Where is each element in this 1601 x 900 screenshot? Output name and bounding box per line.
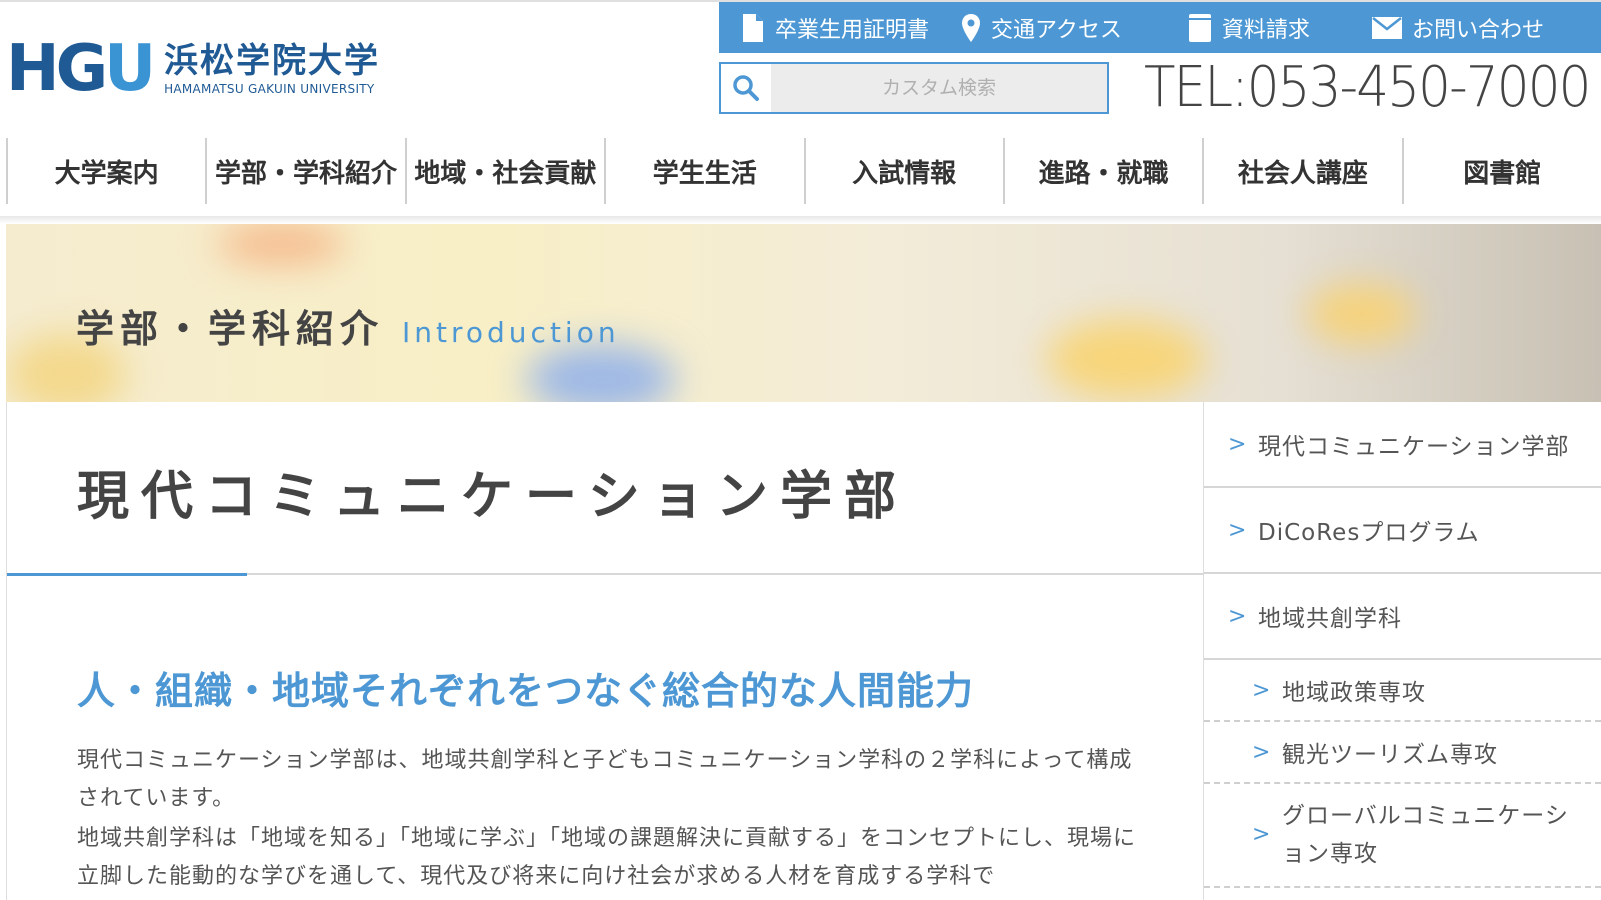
hero-decoration — [216, 224, 346, 264]
utility-link-request[interactable]: 資料請求 — [1188, 2, 1310, 53]
utility-link-label: 交通アクセス — [991, 17, 1122, 43]
section-heading: 人・組織・地域それぞれをつなぐ総合的な人間能力 — [77, 669, 975, 713]
title-divider-accent — [7, 573, 247, 576]
utility-link-label: 資料請求 — [1221, 17, 1310, 43]
sidenav-item-tourism[interactable]: > 観光ツーリズム専攻 — [1204, 722, 1601, 784]
sidenav-item-label: 現代コミュニケーション学部 — [1258, 434, 1570, 460]
logo-japanese: 浜松学院大学 — [164, 41, 381, 81]
department-paragraph: 地域共創学科は「地域を知る」「地域に学ぶ」「地域の課題解決に貢献する」をコンセプ… — [77, 826, 1137, 889]
chevron-right-icon: > — [1228, 431, 1248, 457]
side-nav: > 現代コミュニケーション学部 > DiCoResプログラム > 地域共創学科 … — [1204, 402, 1601, 900]
book-icon — [1188, 13, 1212, 43]
sidenav-item-global-communication[interactable]: > グローバルコミュニケーション専攻 — [1204, 784, 1601, 888]
global-nav: 大学案内 学部・学科紹介 地域・社会貢献 学生生活 入試情報 進路・就職 社会人… — [6, 138, 1601, 204]
sidenav-item-regional-policy[interactable]: > 地域政策専攻 — [1204, 660, 1601, 722]
sidenav-item-label: 地域共創学科 — [1258, 606, 1402, 632]
sidenav-item-label: 地域政策専攻 — [1282, 680, 1426, 706]
logo-mark: HGU — [6, 32, 156, 106]
nav-shadow — [0, 216, 1601, 224]
site-search — [719, 62, 1109, 114]
chevron-right-icon: > — [1252, 677, 1272, 703]
gnav-community[interactable]: 地域・社会貢献 — [404, 138, 604, 204]
hero-title-japanese: 学部・学科紹介 — [76, 307, 385, 351]
gnav-career[interactable]: 進路・就職 — [1002, 138, 1202, 204]
chevron-right-icon: > — [1228, 603, 1248, 629]
chevron-right-icon: > — [1228, 517, 1248, 543]
sidenav-item-dicores[interactable]: > DiCoResプログラム — [1204, 488, 1601, 574]
hero-decoration — [1046, 319, 1206, 399]
sidenav-item-label: 観光ツーリズム専攻 — [1282, 742, 1498, 768]
gnav-library[interactable]: 図書館 — [1401, 138, 1601, 204]
utility-link-access[interactable]: 交通アクセス — [961, 2, 1122, 53]
gnav-extension[interactable]: 社会人講座 — [1202, 138, 1401, 204]
utility-link-label: お問い合わせ — [1411, 17, 1544, 43]
utility-bar: 卒業生用証明書 交通アクセス 資料請求 お問い合わせ — [719, 2, 1601, 53]
utility-link-certificate[interactable]: 卒業生用証明書 — [741, 2, 929, 53]
sidenav-item-regional-cocreation[interactable]: > 地域共創学科 — [1204, 574, 1601, 660]
hero-title-english: Introduction — [402, 316, 620, 349]
sidenav-item-label: DiCoResプログラム — [1258, 520, 1480, 546]
chevron-right-icon: > — [1252, 739, 1272, 765]
map-pin-icon — [961, 13, 981, 43]
gnav-admissions[interactable]: 入試情報 — [803, 138, 1003, 204]
logo-text: 浜松学院大学 HAMAMATSU GAKUIN UNIVERSITY — [164, 42, 380, 96]
main-content: 現代コミュニケーション学部 人・組織・地域それぞれをつなぐ総合的な人間能力 現代… — [6, 402, 1205, 900]
logo-english: HAMAMATSU GAKUIN UNIVERSITY — [164, 82, 375, 96]
sidenav-item-label: グローバルコミュニケーション専攻 — [1282, 803, 1569, 867]
gnav-about[interactable]: 大学案内 — [6, 138, 205, 204]
gnav-faculties[interactable]: 学部・学科紹介 — [205, 138, 404, 204]
hero-title: 学部・学科紹介 Introduction — [76, 298, 620, 353]
document-icon — [741, 13, 765, 43]
search-input[interactable] — [771, 64, 1107, 112]
gnav-student-life[interactable]: 学生生活 — [604, 138, 803, 204]
site-logo[interactable]: HGU 浜松学院大学 HAMAMATSU GAKUIN UNIVERSITY — [6, 32, 380, 106]
utility-link-contact[interactable]: お問い合わせ — [1371, 2, 1544, 53]
chevron-right-icon: > — [1252, 822, 1272, 847]
page-title: 現代コミュニケーション学部 — [77, 467, 908, 527]
hero-banner: 学部・学科紹介 Introduction — [6, 224, 1601, 402]
hero-decoration — [1306, 284, 1416, 344]
mail-icon — [1371, 16, 1402, 39]
intro-paragraph: 現代コミュニケーション学部は、地域共創学科と子どもコミュニケーション学科の２学科… — [77, 748, 1133, 811]
phone-number: TEL:053-450-7000 — [1144, 55, 1591, 120]
sidenav-item-faculty[interactable]: > 現代コミュニケーション学部 — [1204, 402, 1601, 488]
search-icon[interactable] — [721, 64, 771, 112]
utility-link-label: 卒業生用証明書 — [775, 17, 930, 43]
